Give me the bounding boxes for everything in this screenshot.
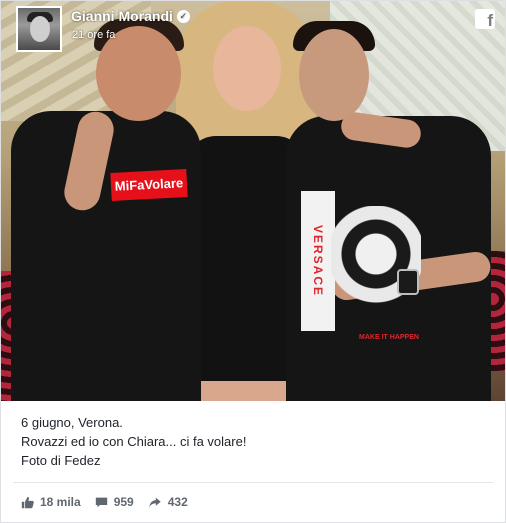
likes-stat[interactable]: 18 mila: [21, 495, 81, 509]
watch: [397, 269, 419, 295]
post-photo[interactable]: MiFaVolare VERSACE MAKE IT HAPPEN Gianni…: [1, 1, 505, 401]
shirt-print: [331, 206, 421, 326]
shirt-text: MiFaVolare: [110, 169, 188, 201]
share-arrow-icon: [149, 497, 161, 507]
divider: [13, 482, 493, 483]
comments-count: 959: [113, 495, 134, 509]
likes-count: 18 mila: [40, 495, 81, 509]
engagement-stats: 18 mila 959 432: [21, 495, 202, 509]
shirt-brand: VERSACE: [301, 191, 335, 331]
post-timestamp[interactable]: 21 ore fa: [72, 29, 115, 41]
author-name-row[interactable]: Gianni Morandi ✓: [71, 8, 190, 24]
author-avatar[interactable]: [16, 6, 62, 52]
shares-stat[interactable]: 432: [148, 495, 188, 509]
comment-icon: [95, 497, 107, 507]
caption-line: Foto di Fedez: [21, 453, 101, 468]
shares-count: 432: [167, 495, 188, 509]
caption-line: 6 giugno, Verona.: [21, 415, 123, 430]
shirt-slogan: MAKE IT HAPPEN: [359, 334, 419, 341]
author-name[interactable]: Gianni Morandi: [71, 8, 173, 24]
post-caption: 6 giugno, Verona. Rovazzi ed io con Chia…: [21, 413, 246, 470]
facebook-icon[interactable]: f: [475, 9, 495, 29]
verified-badge-icon: ✓: [176, 9, 190, 23]
caption-line: Rovazzi ed io con Chiara... ci fa volare…: [21, 434, 247, 449]
facebook-post-card: MiFaVolare VERSACE MAKE IT HAPPEN Gianni…: [0, 0, 506, 523]
comments-stat[interactable]: 959: [95, 495, 134, 509]
thumbs-up-icon: [21, 496, 34, 508]
